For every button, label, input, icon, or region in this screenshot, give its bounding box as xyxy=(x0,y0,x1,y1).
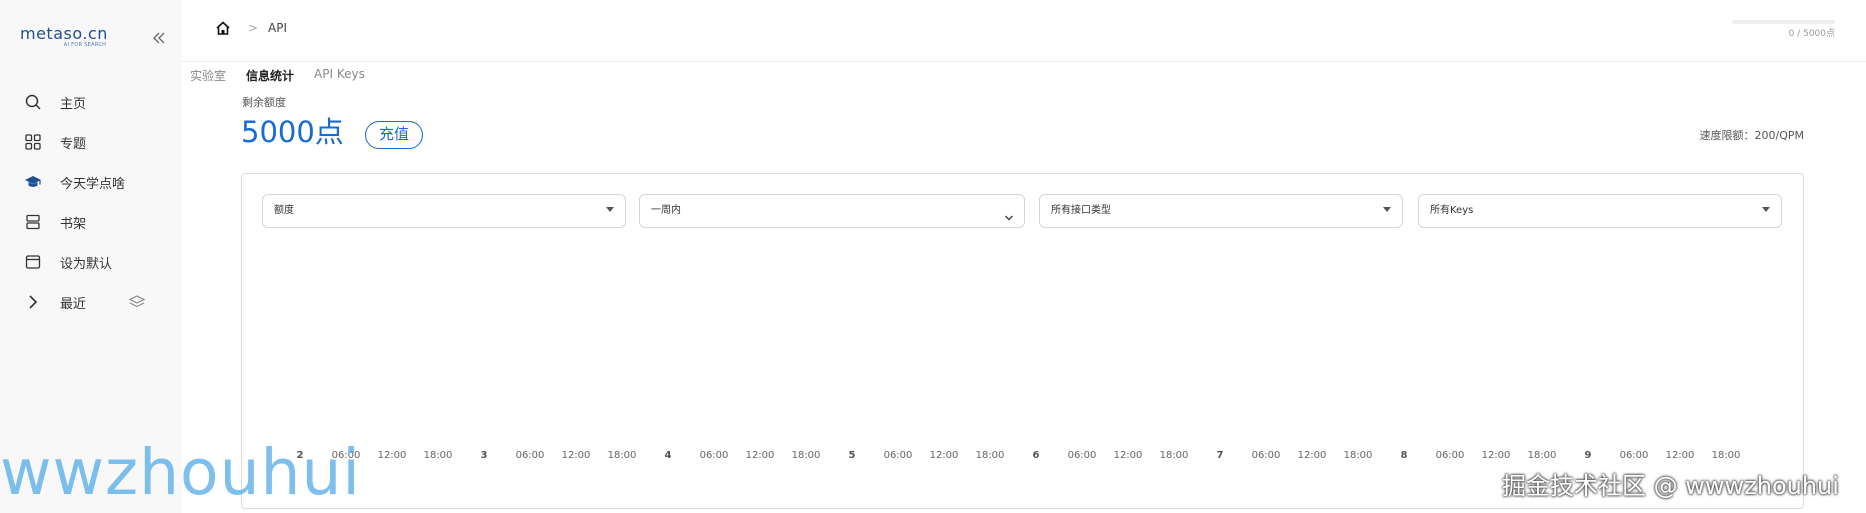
watermark-left: wwzhouhui xyxy=(0,436,361,509)
x-tick-label: 12:00 xyxy=(745,450,775,461)
x-tick-label: 12:00 xyxy=(561,450,591,461)
x-tick-label: 8 xyxy=(1400,450,1408,461)
x-tick-label: 3 xyxy=(480,450,488,461)
recharge-button[interactable]: 充值 xyxy=(365,121,423,149)
chart-x-axis: 2 06:00 12:00 18:00 3 06:00 12:00 18:00 4 06:00 12… xyxy=(242,450,1805,464)
tab-statistics[interactable]: 信息统计 xyxy=(246,67,294,84)
time-range-select[interactable]: 一周内 xyxy=(639,194,1025,228)
remaining-quota-label: 剩余额度 xyxy=(242,96,286,109)
caret-down-icon xyxy=(606,207,614,212)
x-tick-label: 18:00 xyxy=(1159,450,1189,461)
sidebar-item-recent[interactable]: 最近 xyxy=(0,282,182,322)
sidebar-item-label: 设为默认 xyxy=(60,256,113,272)
sidebar-item-label: 主页 xyxy=(60,96,87,112)
x-tick-label: 12:00 xyxy=(929,450,959,461)
x-tick-label: 6 xyxy=(1032,450,1040,461)
metric-select[interactable]: 额度 xyxy=(262,194,626,228)
collapse-sidebar-icon[interactable] xyxy=(150,29,168,47)
breadcrumb-current: API xyxy=(268,21,287,35)
x-tick-label: 18:00 xyxy=(1343,450,1373,461)
x-tick-label: 18:00 xyxy=(791,450,821,461)
sidebar-item-topics[interactable]: 专题 xyxy=(0,122,182,162)
x-tick-label: 12:00 xyxy=(1481,450,1511,461)
rate-limit-text: 速度限额：200/QPM xyxy=(1699,129,1804,142)
sidebar-item-set-default[interactable]: 设为默认 xyxy=(0,242,182,282)
caret-down-icon xyxy=(1383,207,1391,212)
x-tick-label: 7 xyxy=(1216,450,1224,461)
x-tick-label: 5 xyxy=(848,450,856,461)
x-tick-label: 12:00 xyxy=(377,450,407,461)
bookshelf-icon xyxy=(24,213,42,231)
graduation-cap-icon xyxy=(24,173,42,191)
x-tick-label: 18:00 xyxy=(1527,450,1557,461)
x-tick-label: 18:00 xyxy=(607,450,637,461)
x-tick-label: 06:00 xyxy=(883,450,913,461)
x-tick-label: 18:00 xyxy=(1711,450,1741,461)
x-tick-label: 12:00 xyxy=(1297,450,1327,461)
watermark-right: 掘金技术社区 @ wwwzhouhui xyxy=(1502,472,1839,500)
x-tick-label: 18:00 xyxy=(423,450,453,461)
sidebar-item-label: 专题 xyxy=(60,136,87,152)
sidebar-item-home[interactable]: 主页 xyxy=(0,82,182,122)
caret-down-icon xyxy=(1762,207,1770,212)
sidebar-item-learn-today[interactable]: 今天学点啥 xyxy=(0,162,182,202)
x-tick-label: 9 xyxy=(1584,450,1592,461)
logo[interactable]: metaso.cn AI FOR SEARCH xyxy=(20,24,130,48)
home-icon[interactable] xyxy=(215,20,231,36)
topbar: > API 0 / 5000点 xyxy=(182,0,1866,62)
endpoint-type-select-value: 所有接口类型 xyxy=(1051,205,1111,216)
tab-lab[interactable]: 实验室 xyxy=(190,67,226,84)
metric-select-value: 额度 xyxy=(274,205,294,216)
sidebar-item-bookshelf[interactable]: 书架 xyxy=(0,202,182,242)
sidebar-item-label: 今天学点啥 xyxy=(60,176,126,192)
chevron-down-icon xyxy=(1004,205,1014,221)
chevron-right-icon xyxy=(24,293,42,311)
x-tick-label: 12:00 xyxy=(1113,450,1143,461)
time-range-select-value: 一周内 xyxy=(651,205,681,216)
quota-progress-bar xyxy=(1732,20,1835,24)
x-tick-label: 06:00 xyxy=(1067,450,1097,461)
x-tick-label: 06:00 xyxy=(1619,450,1649,461)
x-tick-label: 06:00 xyxy=(515,450,545,461)
keys-select-value: 所有Keys xyxy=(1430,205,1474,216)
keys-select[interactable]: 所有Keys xyxy=(1418,194,1782,228)
x-tick-label: 06:00 xyxy=(699,450,729,461)
x-tick-label: 06:00 xyxy=(1251,450,1281,461)
x-tick-label: 06:00 xyxy=(1435,450,1465,461)
grid-icon xyxy=(24,133,42,151)
tab-bar: 实验室 信息统计 API Keys xyxy=(190,67,365,84)
usage-chart-card: 额度 一周内 所有接口类型 所有Keys 2 06:00 12:00 18:00 3 06… xyxy=(241,173,1804,509)
x-tick-label: 12:00 xyxy=(1665,450,1695,461)
sidebar-item-label: 书架 xyxy=(60,216,87,232)
layers-icon[interactable] xyxy=(128,294,146,310)
x-tick-label: 18:00 xyxy=(975,450,1005,461)
logo-text: metaso.cn xyxy=(20,24,108,43)
x-tick-label: 4 xyxy=(664,450,672,461)
sidebar-item-label: 最近 xyxy=(60,296,87,312)
points-balance: 5000点 xyxy=(241,115,344,149)
window-icon xyxy=(24,253,42,271)
search-icon xyxy=(24,93,42,111)
breadcrumb-separator: > xyxy=(248,21,259,35)
endpoint-type-select[interactable]: 所有接口类型 xyxy=(1039,194,1403,228)
quota-text: 0 / 5000点 xyxy=(1788,29,1835,39)
sidebar-nav: 主页 专题 今天学点啥 书架 设为默认 最近 xyxy=(0,82,182,322)
tab-api-keys[interactable]: API Keys xyxy=(314,67,365,84)
